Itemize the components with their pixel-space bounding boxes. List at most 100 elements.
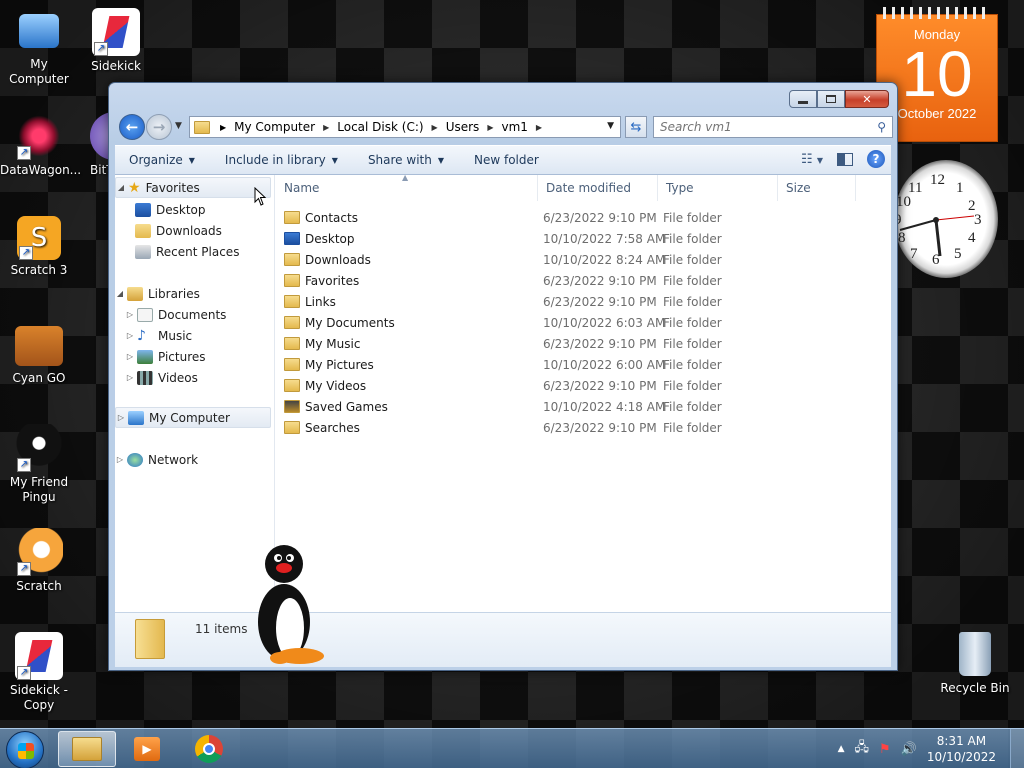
network-tray-icon[interactable]: 🖧 <box>854 738 869 760</box>
desktop-icon-scratch3[interactable]: S ↗ Scratch 3 <box>0 216 78 278</box>
nav-item-label: Documents <box>158 307 227 322</box>
desktop-icon-sidekick-copy[interactable]: ↗ Sidekick - Copy <box>0 632 78 713</box>
column-header-label: Size <box>786 181 811 195</box>
show-hidden-icons-button[interactable]: ▲ <box>838 744 845 754</box>
show-desktop-button[interactable] <box>1010 729 1024 768</box>
file-row-links[interactable]: Links 6/23/2022 9:10 PM File folder <box>276 291 891 312</box>
nav-item-network[interactable]: ▷ Network <box>115 449 198 470</box>
file-row-my-music[interactable]: My Music 6/23/2022 9:10 PM File folder <box>276 333 891 354</box>
expand-arrow-icon[interactable]: ▷ <box>116 413 126 422</box>
nav-item-recent-places[interactable]: Recent Places <box>133 241 239 262</box>
expand-arrow-icon[interactable]: ▷ <box>125 352 135 361</box>
file-row-my-pictures[interactable]: My Pictures 10/10/2022 6:00 AM File fold… <box>276 354 891 375</box>
forward-button[interactable]: → <box>146 114 172 140</box>
volume-icon[interactable]: 🔊 <box>901 742 917 757</box>
folder-icon <box>284 232 300 245</box>
file-row-searches[interactable]: Searches 6/23/2022 9:10 PM File folder <box>276 417 891 438</box>
explorer-window[interactable]: ✕ ← → ▼ ▶ My Computer ▶ Local Disk (C:) ▶ … <box>108 82 898 671</box>
explorer-folder-icon <box>72 737 102 761</box>
desktop-icon-bittorrent[interactable]: BitT <box>78 112 108 178</box>
desktop-icon-my-friend-pingu[interactable]: ↗ My Friend Pingu <box>0 424 78 505</box>
action-center-icon[interactable]: ⚑ <box>879 742 891 757</box>
file-row-contacts[interactable]: Contacts 6/23/2022 9:10 PM File folder <box>276 207 891 228</box>
nav-item-desktop[interactable]: Desktop <box>133 199 206 220</box>
nav-item-libraries[interactable]: ◢ Libraries <box>115 283 200 304</box>
minimize-button[interactable] <box>789 90 817 108</box>
maximize-button[interactable] <box>817 90 845 108</box>
file-date: 6/23/2022 9:10 PM <box>543 420 657 435</box>
nav-item-pictures[interactable]: ▷ Pictures <box>125 346 206 367</box>
nav-item-documents[interactable]: ▷ Documents <box>125 304 226 325</box>
help-button[interactable]: ? <box>867 150 885 168</box>
file-row-saved-games[interactable]: Saved Games 10/10/2022 4:18 AM File fold… <box>276 396 891 417</box>
expand-arrow-icon[interactable]: ◢ <box>116 183 126 192</box>
folder-icon <box>284 316 300 329</box>
close-button[interactable]: ✕ <box>845 90 889 108</box>
address-history-dropdown[interactable]: ▼ <box>607 121 614 131</box>
chevron-right-icon[interactable]: ▶ <box>323 123 329 132</box>
expand-arrow-icon[interactable]: ▷ <box>115 455 125 464</box>
organize-button[interactable]: Organize ▼ <box>129 153 195 167</box>
desktop-icon-datawagon[interactable]: ↗ DataWagon... <box>0 112 81 178</box>
chevron-right-icon[interactable]: ▶ <box>432 123 438 132</box>
include-in-library-button[interactable]: Include in library ▼ <box>225 153 338 167</box>
scratch3-icon: S ↗ <box>17 216 61 260</box>
organize-label: Organize <box>129 153 183 167</box>
breadcrumb-vm1[interactable]: vm1 ▶ <box>501 120 550 134</box>
change-view-button[interactable]: ☷ ▼ <box>801 152 823 167</box>
taskbar-clock[interactable]: 8:31 AM 10/10/2022 <box>927 733 996 765</box>
new-folder-button[interactable]: New folder <box>474 153 539 167</box>
expand-arrow-icon[interactable]: ▷ <box>125 373 135 382</box>
nav-item-downloads[interactable]: Downloads <box>133 220 222 241</box>
explorer-content: ◢ ★ Favorites Desktop Downloads Recent P… <box>115 173 891 612</box>
pingu-character[interactable] <box>254 544 326 666</box>
search-icon[interactable]: ⚲ <box>877 120 886 134</box>
column-header-type[interactable]: Type <box>658 175 778 201</box>
desktop-icon-scratch[interactable]: ↗ Scratch <box>0 528 78 594</box>
start-button[interactable] <box>6 731 44 768</box>
column-header-date-modified[interactable]: Date modified <box>538 175 658 201</box>
expand-arrow-icon[interactable]: ▷ <box>125 331 135 340</box>
refresh-button[interactable]: ⇆ <box>625 116 647 138</box>
nav-item-my-computer[interactable]: ▷ My Computer <box>115 407 271 428</box>
desktop-icon-cyan-go[interactable]: Cyan GO <box>0 320 78 386</box>
chevron-right-icon[interactable]: ▶ <box>487 123 493 132</box>
breadcrumb-label: Users <box>445 120 480 134</box>
desktop-icon-my-computer[interactable]: My Computer <box>0 10 78 87</box>
breadcrumb-users[interactable]: Users ▶ <box>446 120 502 134</box>
file-type: File folder <box>663 210 722 225</box>
file-row-downloads[interactable]: Downloads 10/10/2022 8:24 AM File folder <box>276 249 891 270</box>
address-bar[interactable]: ▶ My Computer ▶ Local Disk (C:) ▶ Users ▶ v… <box>189 116 621 138</box>
clock-gadget[interactable]: 12 1 2 3 4 5 6 7 8 9 10 11 <box>894 160 998 278</box>
column-header-name[interactable]: Name ▲ <box>276 173 538 201</box>
file-row-favorites[interactable]: Favorites 6/23/2022 9:10 PM File folder <box>276 270 891 291</box>
desktop-icon-recycle-bin[interactable]: Recycle Bin <box>936 632 1014 696</box>
file-name: Searches <box>305 420 360 435</box>
preview-pane-button[interactable] <box>837 152 853 166</box>
search-input[interactable] <box>660 120 860 134</box>
expand-arrow-icon[interactable]: ▷ <box>125 310 135 319</box>
file-date: 6/23/2022 9:10 PM <box>543 210 657 225</box>
taskbar-media-player[interactable]: ▶ <box>118 731 176 767</box>
search-box[interactable]: ⚲ <box>653 116 893 138</box>
breadcrumb-my-computer[interactable]: My Computer ▶ <box>234 120 337 134</box>
nav-item-videos[interactable]: ▷ Videos <box>125 367 198 388</box>
pingu-icon: ↗ <box>15 424 63 472</box>
file-row-my-documents[interactable]: My Documents 10/10/2022 6:03 AM File fol… <box>276 312 891 333</box>
expand-arrow-icon[interactable]: ◢ <box>115 289 125 298</box>
recent-pages-dropdown[interactable]: ▼ <box>175 121 182 131</box>
chevron-down-icon: ▼ <box>188 155 195 165</box>
column-header-size[interactable]: Size <box>778 175 856 201</box>
share-with-button[interactable]: Share with ▼ <box>368 153 444 167</box>
file-type: File folder <box>663 399 722 414</box>
nav-item-favorites[interactable]: ◢ ★ Favorites <box>115 177 271 198</box>
back-button[interactable]: ← <box>119 114 145 140</box>
nav-item-music[interactable]: ▷ ♪ Music <box>125 325 192 346</box>
desktop-icon-sidekick[interactable]: ↗ Sidekick <box>77 8 155 74</box>
taskbar-explorer[interactable] <box>58 731 116 767</box>
file-row-desktop[interactable]: Desktop 10/10/2022 7:58 AM File folder <box>276 228 891 249</box>
chevron-right-icon[interactable]: ▶ <box>536 123 542 132</box>
breadcrumb-local-disk[interactable]: Local Disk (C:) ▶ <box>337 120 445 134</box>
file-row-my-videos[interactable]: My Videos 6/23/2022 9:10 PM File folder <box>276 375 891 396</box>
taskbar-chrome[interactable] <box>180 731 238 767</box>
